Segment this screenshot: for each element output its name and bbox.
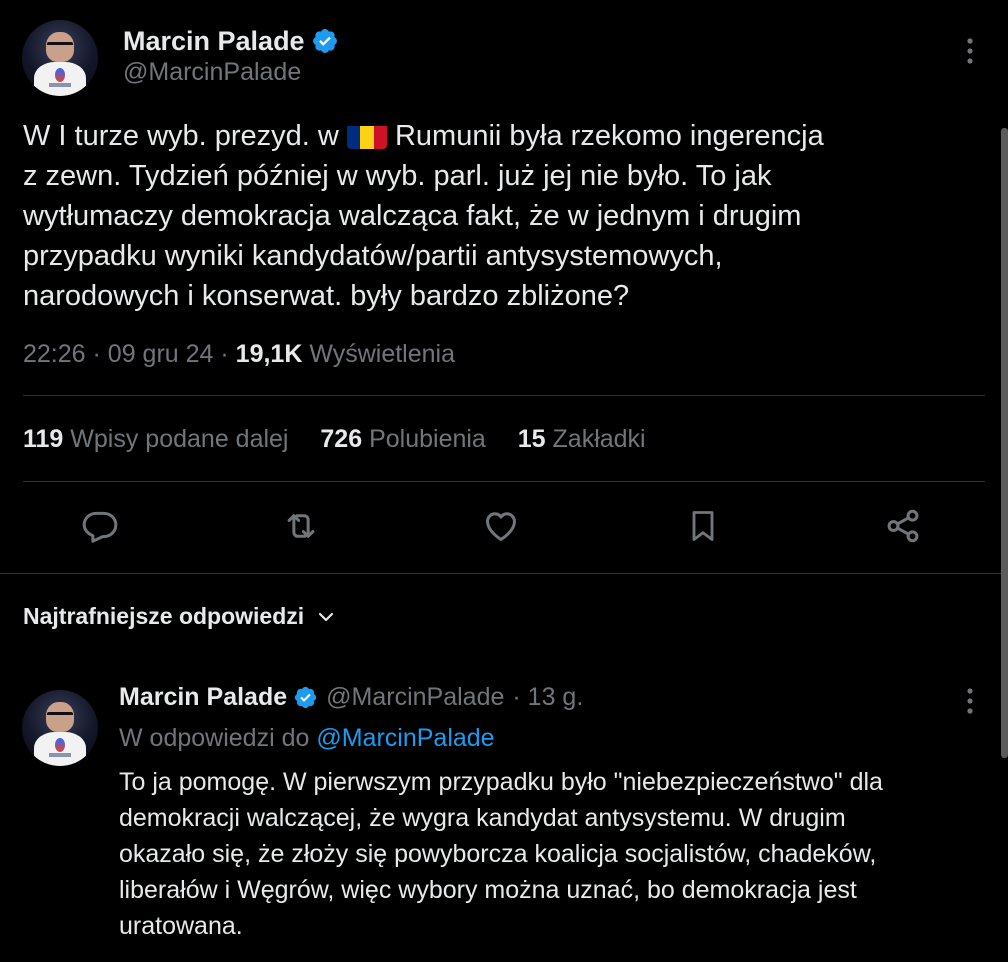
bookmarks-label: Zakładki xyxy=(552,425,646,453)
reply-icon xyxy=(82,511,118,543)
romania-flag-icon xyxy=(346,123,387,149)
bookmarks-count: 15 xyxy=(517,425,546,453)
meta-separator: · xyxy=(92,340,101,368)
tweet-stats: 119 Wpisy podane dalej 726 Polubienia 15… xyxy=(23,425,646,454)
reposts-label: Wpisy podane dalej xyxy=(70,425,289,453)
reply-text: To ja pomogę. W pierwszym przypadku było… xyxy=(119,768,883,940)
repost-button[interactable] xyxy=(279,504,323,548)
views-count: 19,1K xyxy=(235,340,303,368)
likes-count: 726 xyxy=(320,425,363,453)
views-label: Wyświetlenia xyxy=(309,340,455,368)
tweet-text-line1-end: Rumunii była rzekomo ingerencja xyxy=(386,120,824,152)
replying-to: W odpowiedzi do @MarcinPalade xyxy=(119,724,495,753)
bookmark-icon xyxy=(692,511,714,541)
replying-to-label: W odpowiedzi do xyxy=(119,724,310,752)
verified-badge-icon xyxy=(294,686,317,708)
replies-sort-label: Najtrafniejsze odpowiedzi xyxy=(23,603,305,629)
divider xyxy=(23,395,985,396)
reply-header: Marcin Palade @MarcinPalade · 13 g. xyxy=(119,681,583,713)
author-name-row[interactable]: Marcin Palade xyxy=(123,24,339,58)
flag-stripe-yellow xyxy=(360,126,374,149)
reposts-count: 119 xyxy=(23,425,64,453)
replying-to-handle[interactable]: @MarcinPalade xyxy=(316,724,494,752)
divider xyxy=(0,573,1001,574)
reply-author-avatar[interactable] xyxy=(22,690,98,766)
flag-stripe-red xyxy=(373,126,387,149)
bookmark-button[interactable] xyxy=(681,504,725,548)
replies-sort-dropdown[interactable]: Najtrafniejsze odpowiedzi xyxy=(23,603,338,630)
reply-button[interactable] xyxy=(78,504,122,548)
chevron-down-icon xyxy=(319,612,334,621)
tweet-meta: 22:26 · 09 gru 24 · 19,1K Wyświetlenia xyxy=(23,340,455,369)
author-name[interactable]: Marcin Palade xyxy=(123,26,305,57)
author-handle[interactable]: @MarcinPalade xyxy=(123,58,301,87)
share-button[interactable] xyxy=(881,504,925,548)
share-icon xyxy=(887,509,919,543)
like-icon xyxy=(486,512,516,541)
like-button[interactable] xyxy=(479,504,523,548)
flag-stripe-blue xyxy=(346,126,361,149)
reply-more-options-icon[interactable] xyxy=(960,686,980,716)
reply-age[interactable]: · 13 g. xyxy=(512,683,583,712)
tweet-text-rest: z zewn. Tydzień później w wyb. parl. już… xyxy=(23,160,802,312)
bookmarks-stat[interactable]: 15 Zakładki xyxy=(518,425,646,453)
likes-stat[interactable]: 726 Polubienia xyxy=(320,425,485,453)
tweet-time[interactable]: 22:26 xyxy=(23,340,86,368)
reposts-stat[interactable]: 119 Wpisy podane dalej xyxy=(23,425,289,453)
divider xyxy=(23,481,985,482)
author-avatar[interactable] xyxy=(22,20,98,96)
reply-author-name[interactable]: Marcin Palade xyxy=(119,683,287,712)
tweet-date[interactable]: 09 gru 24 xyxy=(108,340,214,368)
verified-badge-icon xyxy=(312,29,337,53)
reply-author-handle[interactable]: @MarcinPalade xyxy=(326,683,504,712)
tweet-text-start: W I turze wyb. prezyd. w xyxy=(23,120,347,152)
likes-label: Polubienia xyxy=(369,425,486,453)
meta-separator: · xyxy=(220,340,229,368)
scrollbar[interactable] xyxy=(1001,128,1008,758)
repost-icon xyxy=(287,514,315,538)
more-options-icon[interactable] xyxy=(960,36,980,66)
tweet-text: W I turze wyb. prezyd. w Rumunii była rz… xyxy=(23,116,953,316)
